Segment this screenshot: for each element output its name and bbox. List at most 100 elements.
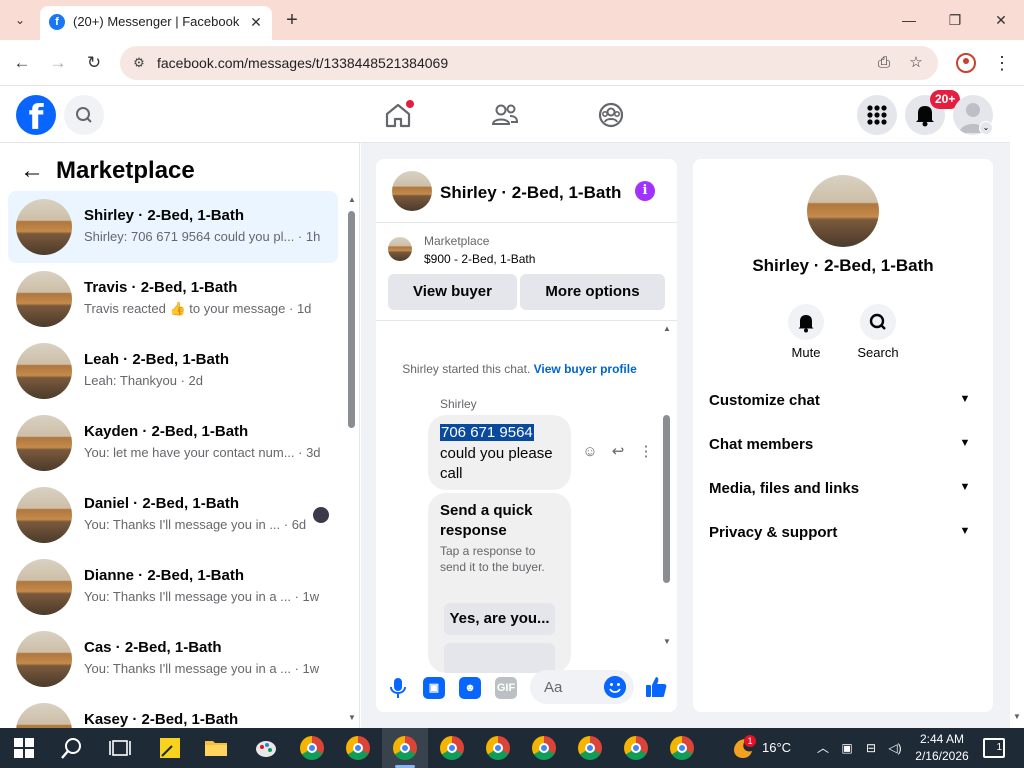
chrome-icon[interactable] xyxy=(346,736,370,760)
camera-icon[interactable]: ▣ xyxy=(838,739,856,757)
reply-icon[interactable]: ↩ xyxy=(609,443,627,461)
facebook-search-button[interactable] xyxy=(64,95,104,135)
scroll-down-arrow-icon[interactable]: ▼ xyxy=(663,637,671,646)
chat-members-section[interactable]: Chat members ▼ xyxy=(709,425,977,465)
forward-icon[interactable]: → xyxy=(46,51,70,75)
react-smiley-icon[interactable]: ☺ xyxy=(581,443,599,461)
close-window-icon[interactable]: ✕ xyxy=(989,8,1013,32)
chat-info-panel: Shirley · 2-Bed, 1-Bath Mute Search Cust… xyxy=(693,159,993,712)
restore-icon[interactable]: ❐ xyxy=(943,8,967,32)
conversation-item[interactable]: Shirley · 2-Bed, 1-Bath Shirley: 706 671… xyxy=(8,191,338,263)
started-text: Shirley started this chat. xyxy=(402,362,531,376)
info-icon[interactable]: i xyxy=(635,181,655,201)
search-button[interactable] xyxy=(860,304,896,340)
photo-icon[interactable]: ▣ xyxy=(423,677,445,699)
install-app-icon[interactable]: ⎙ xyxy=(874,53,894,73)
notification-center-icon[interactable]: 1 xyxy=(983,738,1005,758)
read-receipt-avatar xyxy=(313,507,329,523)
show-hidden-icons-icon[interactable]: ︿ xyxy=(814,739,832,757)
listing-thumbnail xyxy=(16,487,72,543)
task-view-icon[interactable] xyxy=(108,736,132,760)
file-explorer-icon[interactable] xyxy=(204,736,228,760)
selected-phone-text[interactable]: 706 671 9564 xyxy=(440,424,534,441)
chevron-down-icon: ▼ xyxy=(959,437,971,449)
tab-close-icon[interactable]: ✕ xyxy=(246,12,266,32)
taskbar-search-icon[interactable] xyxy=(60,736,84,760)
conversation-item[interactable]: Kasey · 2-Bed, 1-Bath xyxy=(8,695,338,728)
reload-icon[interactable]: ↻ xyxy=(82,51,106,75)
message-input-placeholder: Aa xyxy=(544,679,563,696)
chat-avatar[interactable] xyxy=(392,171,432,211)
privacy-support-section[interactable]: Privacy & support ▼ xyxy=(709,513,977,553)
conversation-item[interactable]: Dianne · 2-Bed, 1-Bath You: Thanks I'll … xyxy=(8,551,338,623)
menu-grid-button[interactable] xyxy=(857,95,897,135)
listing-price[interactable]: $900 - 2-Bed, 1-Bath xyxy=(424,252,535,266)
conversation-item[interactable]: Daniel · 2-Bed, 1-Bath You: Thanks I'll … xyxy=(8,479,338,551)
page-scrollbar[interactable]: ▼ xyxy=(1010,87,1024,728)
thumbs-up-icon[interactable] xyxy=(644,675,668,699)
temperature[interactable]: 16°C xyxy=(762,740,791,755)
back-icon[interactable]: ← xyxy=(10,51,34,75)
minimize-icon[interactable]: — xyxy=(897,8,921,32)
gif-icon[interactable]: GIF xyxy=(495,677,517,699)
scroll-down-arrow-icon[interactable]: ▼ xyxy=(1013,712,1021,721)
new-tab-icon[interactable]: + xyxy=(282,9,302,31)
chrome-icon[interactable] xyxy=(670,736,694,760)
microphone-icon[interactable] xyxy=(388,677,408,699)
more-actions-icon[interactable]: ⋮ xyxy=(637,443,655,461)
media-files-links-section[interactable]: Media, files and links ▼ xyxy=(709,469,977,509)
clock-time[interactable]: 2:44 AM xyxy=(916,732,968,746)
chrome-icon[interactable] xyxy=(486,736,510,760)
mute-button[interactable] xyxy=(788,304,824,340)
site-info-icon[interactable]: ⚙ xyxy=(130,54,148,72)
emoji-icon[interactable] xyxy=(604,676,626,698)
quick-response-option[interactable]: Yes, are you... xyxy=(444,603,555,635)
chat-scrollbar[interactable] xyxy=(663,415,670,583)
address-bar[interactable]: ⚙ facebook.com/messages/t/13384485213840… xyxy=(120,46,938,80)
browser-menu-icon[interactable]: ⋮ xyxy=(992,51,1012,75)
windows-start-icon[interactable] xyxy=(12,736,36,760)
conversation-item[interactable]: Leah · 2-Bed, 1-Bath Leah: Thankyou · 2d xyxy=(8,335,338,407)
facebook-logo-icon[interactable]: f xyxy=(16,95,56,135)
message-bubble[interactable]: 706 671 9564 could you please call xyxy=(428,415,571,490)
chrome-icon[interactable] xyxy=(300,736,324,760)
message-input[interactable]: Aa xyxy=(530,670,634,704)
url-text[interactable]: facebook.com/messages/t/1338448521384069 xyxy=(157,55,448,71)
paint-icon[interactable] xyxy=(254,736,278,760)
chrome-icon[interactable] xyxy=(393,736,417,760)
browser-tab[interactable]: f (20+) Messenger | Facebook ✕ xyxy=(40,6,272,40)
conversation-item[interactable]: Travis · 2-Bed, 1-Bath Travis reacted 👍 … xyxy=(8,263,338,335)
chat-title[interactable]: Shirley · 2-Bed, 1-Bath xyxy=(440,183,621,203)
sticky-notes-icon[interactable] xyxy=(158,736,182,760)
more-options-button[interactable]: More options xyxy=(520,274,665,310)
customize-chat-section[interactable]: Customize chat ▼ xyxy=(709,381,977,421)
chrome-icon[interactable] xyxy=(532,736,556,760)
bookmark-star-icon[interactable]: ☆ xyxy=(906,53,926,73)
view-buyer-profile-link[interactable]: View buyer profile xyxy=(534,362,637,376)
tab-search-icon[interactable]: ⌄ xyxy=(10,10,30,30)
conversation-item[interactable]: Kayden · 2-Bed, 1-Bath You: let me have … xyxy=(8,407,338,479)
list-scrollbar[interactable] xyxy=(348,211,355,428)
quick-response-card: Send a quick response Tap a response to … xyxy=(428,493,571,673)
friends-icon[interactable] xyxy=(489,99,521,131)
network-icon[interactable]: ⊟ xyxy=(862,739,880,757)
browser-tab-bar: ⌄ f (20+) Messenger | Facebook ✕ + — ❐ ✕ xyxy=(0,0,1024,40)
volume-icon[interactable]: ◁) xyxy=(886,739,904,757)
view-buyer-button[interactable]: View buyer xyxy=(388,274,517,310)
scroll-up-arrow-icon[interactable]: ▲ xyxy=(348,195,356,204)
conversation-item[interactable]: Cas · 2-Bed, 1-Bath You: Thanks I'll mes… xyxy=(8,623,338,695)
clock-date[interactable]: 2/16/2026 xyxy=(909,749,975,763)
browser-profile-icon[interactable] xyxy=(956,53,976,73)
sticker-icon[interactable]: ☻ xyxy=(459,677,481,699)
groups-icon[interactable] xyxy=(595,99,627,131)
quick-response-subtitle: Tap a response to send it to the buyer. xyxy=(440,544,545,574)
back-arrow-icon[interactable]: ← xyxy=(20,159,44,183)
conversation-name: Daniel · 2-Bed, 1-Bath xyxy=(84,495,240,512)
chrome-icon[interactable] xyxy=(440,736,464,760)
chrome-icon[interactable] xyxy=(578,736,602,760)
mute-label: Mute xyxy=(791,345,821,360)
chrome-icon[interactable] xyxy=(624,736,648,760)
scroll-up-arrow-icon[interactable]: ▲ xyxy=(663,324,671,333)
account-chevron-down-icon[interactable]: ⌄ xyxy=(979,121,993,135)
scroll-down-arrow-icon[interactable]: ▼ xyxy=(348,713,356,722)
